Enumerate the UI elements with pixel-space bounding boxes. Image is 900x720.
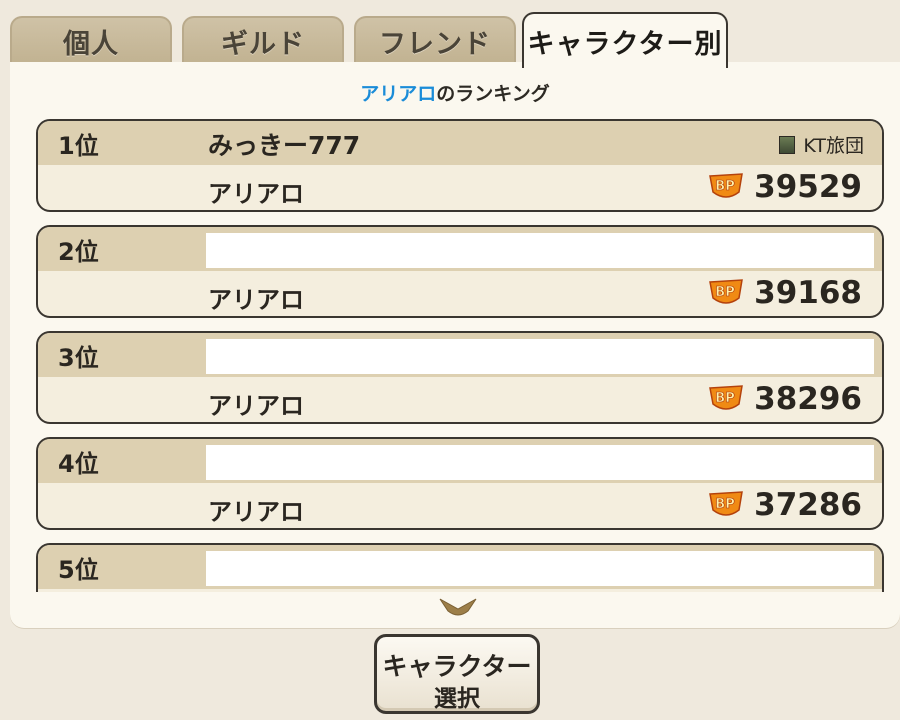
guild-emblem-icon [779, 135, 796, 154]
select-button-label-line1: キャラクター [382, 652, 532, 681]
ranking-row-body: アリアロ BP 39168 [38, 271, 882, 316]
bp-value: 39168 [754, 275, 862, 311]
ranking-row-body: アリアロ BP 38296 [38, 377, 882, 422]
ranking-row-header: 3位 [38, 333, 882, 377]
ranking-row-header: 4位 [38, 439, 882, 483]
player-name: みっきー777 [208, 131, 361, 160]
tab-bar: 個人 ギルド フレンド キャラクター別 [10, 12, 890, 68]
rank-label: 2位 [58, 238, 99, 266]
bp-badge-icon: BP [709, 385, 744, 410]
character-name: アリアロ [208, 498, 304, 526]
ranking-row-header: 5位 [38, 545, 882, 589]
tab-guild[interactable]: ギルド [182, 16, 344, 64]
ranking-row[interactable]: 1位 みっきー777 KT旅団 アリアロ BP 39529 [36, 119, 884, 212]
bp-badge-icon: BP [709, 491, 744, 516]
ranking-row-header: 1位 みっきー777 KT旅団 [38, 121, 882, 165]
ranking-row-body: アリアロ BP 37286 [38, 483, 882, 528]
bp-value: 39529 [754, 169, 862, 205]
rank-label: 5位 [58, 556, 99, 584]
rank-label: 4位 [58, 450, 99, 478]
bp-score: BP 37286 [706, 487, 862, 523]
select-button-label-line2: 選択 [434, 686, 480, 712]
ranking-row[interactable]: 5位 [36, 543, 884, 592]
svg-text:BP: BP [715, 285, 734, 300]
svg-text:BP: BP [715, 497, 734, 512]
chevron-down-icon[interactable] [438, 595, 478, 619]
tab-character[interactable]: キャラクター別 [522, 12, 728, 68]
guild-name: KT旅団 [803, 135, 864, 157]
character-select-button[interactable]: キャラクター 選択 [374, 634, 540, 714]
ranking-list[interactable]: 1位 みっきー777 KT旅団 アリアロ BP 39529 2位 アリアロ BP… [36, 119, 886, 592]
bp-value: 37286 [754, 487, 862, 523]
ranking-title-suffix: のランキング [436, 83, 550, 105]
tab-friend[interactable]: フレンド [354, 16, 516, 64]
ranking-character-name: アリアロ [360, 83, 437, 105]
character-name: アリアロ [208, 180, 304, 208]
tab-personal[interactable]: 個人 [10, 16, 172, 64]
ranking-panel: アリアロのランキング 1位 みっきー777 KT旅団 アリアロ BP 39529… [10, 62, 900, 628]
bp-value: 38296 [754, 381, 862, 417]
svg-text:BP: BP [715, 391, 734, 406]
bp-badge-icon: BP [709, 279, 744, 304]
character-name: アリアロ [208, 392, 304, 420]
ranking-row-header: 2位 [38, 227, 882, 271]
bp-score: BP 38296 [706, 381, 862, 417]
svg-text:BP: BP [715, 179, 734, 194]
player-name-blank [206, 233, 874, 268]
rank-label: 3位 [58, 344, 99, 372]
bp-score: BP 39168 [706, 275, 862, 311]
player-name-blank [206, 339, 874, 374]
bp-badge-icon: BP [709, 173, 744, 198]
bp-score: BP 39529 [706, 169, 862, 205]
guild-info: KT旅団 [779, 131, 864, 158]
character-name: アリアロ [208, 286, 304, 314]
ranking-row-body: アリアロ BP 39529 [38, 165, 882, 210]
ranking-row[interactable]: 4位 アリアロ BP 37286 [36, 437, 884, 530]
ranking-row[interactable]: 2位 アリアロ BP 39168 [36, 225, 884, 318]
ranking-title: アリアロのランキング [10, 79, 900, 106]
rank-label: 1位 [58, 132, 99, 160]
player-name-blank [206, 445, 874, 480]
player-name-blank [206, 551, 874, 586]
ranking-row[interactable]: 3位 アリアロ BP 38296 [36, 331, 884, 424]
